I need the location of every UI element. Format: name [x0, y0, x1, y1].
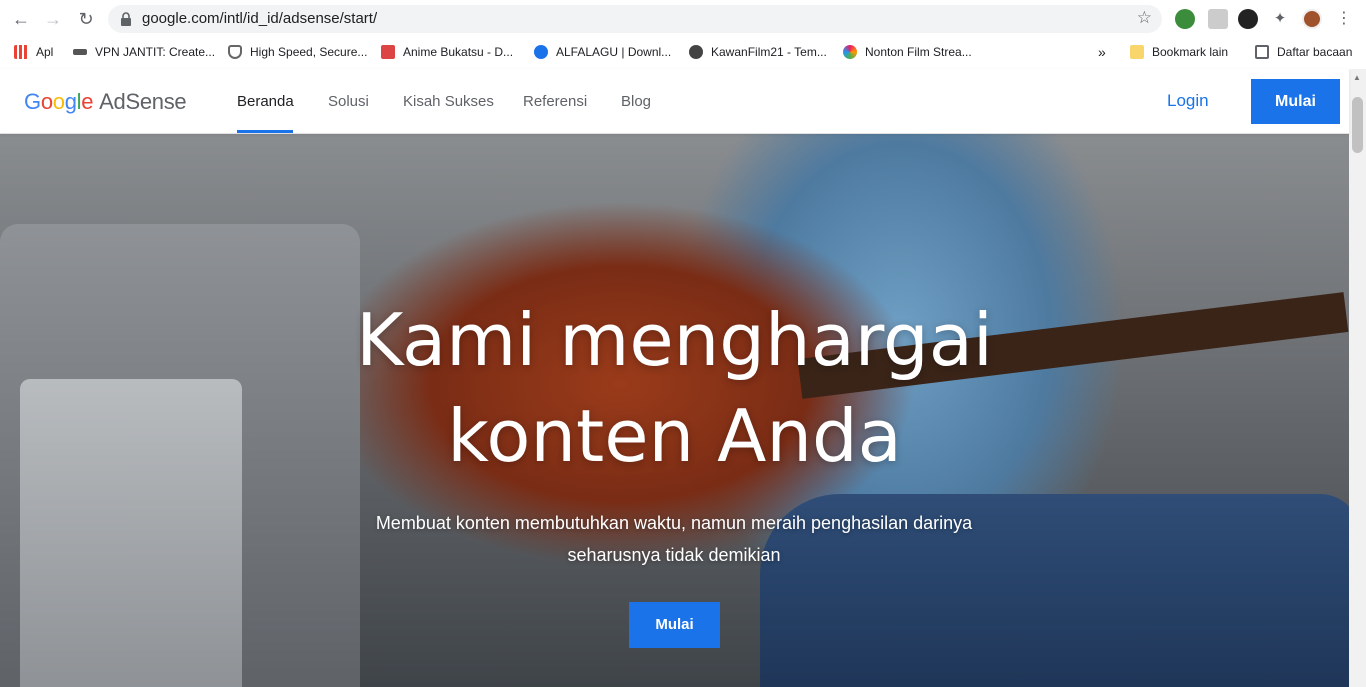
bookmark-label: Daftar bacaan	[1277, 45, 1353, 59]
reading-list-icon	[1255, 45, 1269, 59]
nav-solusi[interactable]: Solusi	[328, 93, 369, 110]
music-icon	[534, 45, 548, 59]
logo-letter: g	[64, 89, 77, 114]
bookmark-star-icon[interactable]: ☆	[1137, 8, 1152, 28]
bookmark-label: Apl	[36, 45, 54, 59]
bookmark-label: High Speed, Secure...	[250, 45, 368, 59]
extensions-puzzle-icon[interactable]: ✦	[1270, 9, 1290, 29]
bookmark-label: Nonton Film Strea...	[865, 45, 972, 59]
browser-chrome: ← → ↻ google.com/intl/id_id/adsense/star…	[0, 0, 1366, 69]
bookmark-high-speed[interactable]: High Speed, Secure...	[228, 43, 367, 61]
site-header: Google AdSense Beranda Solusi Kisah Sukse…	[0, 69, 1349, 134]
globe-icon	[689, 45, 703, 59]
page-scrollbar[interactable]: ▲	[1349, 69, 1366, 687]
hero-title-line1: Kami menghargai	[356, 298, 993, 382]
bookmark-nonton[interactable]: Nonton Film Strea...	[843, 43, 972, 61]
profile-avatar[interactable]	[1302, 9, 1322, 29]
bookmark-label: ALFALAGU | Downl...	[556, 45, 672, 59]
hero-subtitle-line1: Membuat konten membutuhkan waktu, namun …	[375, 513, 973, 533]
nav-beranda[interactable]: Beranda	[237, 93, 294, 110]
bookmark-label: Bookmark lain	[1152, 45, 1229, 59]
bookmark-label: VPN JANTIT: Create...	[95, 45, 216, 59]
anime-icon	[381, 45, 395, 59]
google-adsense-logo[interactable]: Google AdSense	[24, 89, 187, 115]
bookmark-apps[interactable]: Apl	[14, 43, 53, 61]
login-link[interactable]: Login	[1167, 91, 1209, 111]
shield-icon	[228, 45, 242, 59]
active-nav-indicator	[237, 130, 293, 133]
lock-icon	[121, 12, 131, 26]
bookmark-label: Anime Bukatsu - D...	[403, 45, 514, 59]
address-bar[interactable]: google.com/intl/id_id/adsense/start/ ☆	[108, 5, 1162, 33]
apps-grid-icon	[14, 45, 28, 59]
logo-letter: e	[81, 89, 94, 114]
hero-title-line2: konten Anda	[447, 394, 902, 478]
mulai-header-button[interactable]: Mulai	[1251, 79, 1340, 124]
logo-letter: o	[40, 89, 53, 114]
reload-icon[interactable]: ↻	[75, 8, 97, 30]
browser-toolbar: ← → ↻ google.com/intl/id_id/adsense/star…	[0, 0, 1366, 37]
mulai-hero-button[interactable]: Mulai	[629, 602, 720, 648]
back-arrow-icon[interactable]: ←	[10, 8, 32, 30]
nav-kisah-sukses[interactable]: Kisah Sukses	[403, 93, 494, 110]
nav-blog[interactable]: Blog	[621, 93, 651, 110]
extension-globe-icon[interactable]	[1175, 9, 1195, 29]
folder-icon	[1130, 45, 1144, 59]
hero-section: Kami menghargai konten Anda Membuat kont…	[0, 134, 1349, 687]
url-text: google.com/intl/id_id/adsense/start/	[142, 10, 378, 27]
scrollbar-thumb[interactable]	[1352, 97, 1363, 153]
hero-title: Kami menghargai konten Anda	[0, 292, 1349, 484]
bookmark-other[interactable]: Bookmark lain	[1130, 43, 1228, 61]
logo-product-name: AdSense	[99, 89, 187, 114]
logo-letter: G	[24, 89, 41, 114]
logo-letter: o	[52, 89, 65, 114]
scroll-up-arrow-icon[interactable]: ▲	[1353, 73, 1361, 82]
bookmark-vpn[interactable]: VPN JANTIT: Create...	[73, 43, 215, 61]
bookmark-kawanfilm[interactable]: KawanFilm21 - Tem...	[689, 43, 827, 61]
browser-menu-icon[interactable]: ⋮	[1334, 9, 1354, 29]
more-bookmarks-chevron-icon[interactable]: »	[1098, 43, 1106, 61]
bookmark-alfalagu[interactable]: ALFALAGU | Downl...	[534, 43, 671, 61]
forward-arrow-icon[interactable]: →	[42, 8, 64, 30]
extension-shield-icon[interactable]	[1208, 9, 1228, 29]
hero-subtitle-line2: seharusnya tidak demikian	[567, 545, 781, 565]
bookmark-anime[interactable]: Anime Bukatsu - D...	[381, 43, 513, 61]
bookmarks-bar: Apl VPN JANTIT: Create... High Speed, Se…	[0, 37, 1366, 67]
nav-referensi[interactable]: Referensi	[523, 93, 587, 110]
vpn-icon	[73, 49, 87, 55]
bookmark-label: KawanFilm21 - Tem...	[711, 45, 827, 59]
reading-list[interactable]: Daftar bacaan	[1255, 43, 1352, 61]
extension-x-icon[interactable]	[1238, 9, 1258, 29]
pinwheel-icon	[843, 45, 857, 59]
hero-subtitle: Membuat konten membutuhkan waktu, namun …	[324, 507, 1024, 571]
